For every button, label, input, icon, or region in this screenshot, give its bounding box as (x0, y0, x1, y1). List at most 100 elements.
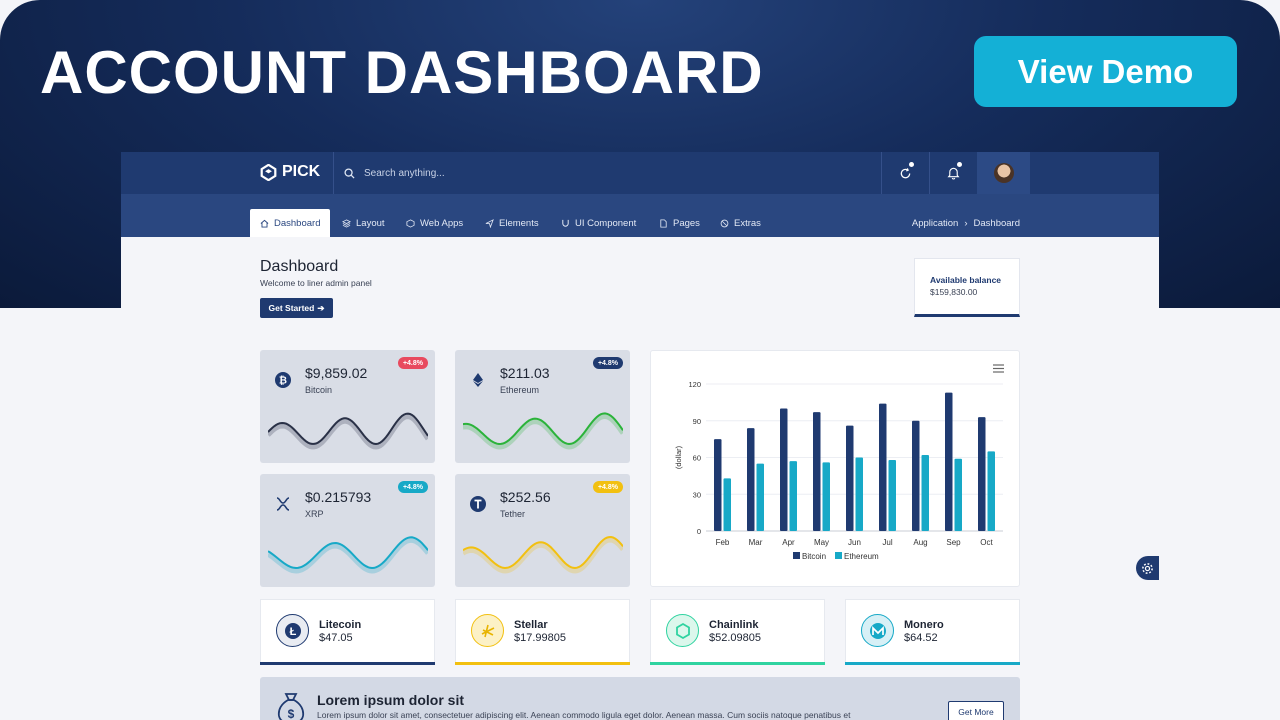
change-badge: +4.8% (592, 481, 623, 493)
breadcrumb-item[interactable]: Application (912, 218, 958, 229)
search-bar[interactable]: Search anything... (333, 152, 881, 194)
coin-card-bitcoin[interactable]: ₿ $9,859.02 Bitcoin +4.8% (260, 350, 435, 463)
bar-ethereum (855, 457, 863, 531)
x-tick-label: Oct (980, 538, 993, 547)
nav-pages[interactable]: Pages (649, 209, 710, 237)
promo-text: Lorem ipsum dolor sit amet, consectetuer… (317, 710, 851, 720)
nav-dashboard[interactable]: Dashboard (250, 209, 331, 237)
brand-name: PICK (282, 163, 321, 180)
bar-ethereum (921, 455, 929, 531)
x-tick-label: Apr (782, 538, 795, 547)
legend-swatch (835, 552, 842, 559)
asset-value: $64.52 (904, 632, 938, 644)
activity-button[interactable] (881, 152, 929, 194)
asset-name: Monero (904, 619, 944, 631)
asset-card-stellar[interactable]: Stellar $17.99805 (455, 599, 630, 665)
search-icon (344, 167, 355, 179)
coin-price: $0.215793 (305, 489, 372, 505)
change-badge: +4.8% (592, 357, 623, 369)
bar-bitcoin (978, 417, 986, 531)
coin-card-tether[interactable]: $252.56 Tether +4.8% (455, 474, 630, 587)
xrp-icon (276, 497, 290, 511)
monero-icon (861, 614, 894, 647)
chainlink-icon (666, 614, 699, 647)
sparkline (268, 412, 428, 450)
stellar-icon (471, 614, 504, 647)
asset-accent-bar (260, 662, 435, 665)
x-tick-label: Sep (946, 538, 961, 547)
nav-pages-label: Pages (673, 217, 700, 229)
brand-logo[interactable]: PICK (260, 163, 320, 181)
get-started-label: Get Started (268, 303, 315, 313)
change-badge-text: +4.8% (402, 483, 423, 491)
legend-swatch (793, 552, 800, 559)
gear-icon (1142, 562, 1153, 574)
chevron-right-icon: › (964, 217, 968, 229)
asset-card-litecoin[interactable]: Ł Litecoin $47.05 (260, 599, 435, 665)
legend-label: Ethereum (844, 552, 879, 561)
asset-accent-bar (845, 662, 1020, 665)
nav-extras-label: Extras (734, 217, 761, 229)
y-tick-label: 30 (693, 490, 701, 499)
y-tick-label: 0 (697, 527, 701, 536)
ethereum-icon (473, 373, 483, 387)
litecoin-icon: Ł (276, 614, 309, 647)
balance-card: Available balance $159,830.00 (914, 258, 1020, 317)
sparkline (463, 412, 623, 450)
asset-accent-bar (455, 662, 630, 665)
asset-accent-bar (650, 662, 825, 665)
extras-icon (720, 219, 729, 227)
change-badge: +4.8% (397, 357, 428, 369)
nav-elements[interactable]: Elements (475, 209, 549, 237)
asset-name: Stellar (514, 619, 548, 631)
bar-bitcoin (846, 425, 854, 531)
bar-ethereum (789, 461, 797, 531)
view-demo-button[interactable]: View Demo (974, 36, 1237, 107)
coin-card-xrp[interactable]: $0.215793 XRP +4.8% (260, 474, 435, 587)
x-tick-label: Jul (882, 538, 892, 547)
hamburger-menu-icon[interactable] (993, 364, 1004, 373)
coin-price: $211.03 (500, 365, 550, 381)
x-tick-label: Mar (749, 538, 763, 547)
bar-ethereum (723, 478, 731, 531)
coin-name: Ethereum (500, 385, 540, 395)
settings-button[interactable] (1136, 556, 1159, 580)
change-badge: +4.8% (397, 481, 428, 493)
nav-web-apps[interactable]: Web Apps (396, 209, 473, 237)
balance-value: $159,830.00 (930, 287, 978, 297)
asset-value: $47.05 (319, 632, 353, 644)
asset-value: $52.09805 (709, 632, 761, 644)
asset-card-chainlink[interactable]: Chainlink $52.09805 (650, 599, 825, 665)
nav-extras[interactable]: Extras (710, 209, 771, 237)
get-more-button[interactable]: Get More (948, 701, 1004, 720)
send-icon (485, 218, 494, 228)
asset-name: Litecoin (319, 619, 362, 631)
bar-bitcoin (879, 403, 887, 531)
nav-ui-component[interactable]: UI Component (551, 209, 646, 237)
coin-name: XRP (305, 509, 324, 519)
user-menu[interactable] (977, 152, 1030, 194)
svg-text:Ł: Ł (289, 626, 296, 638)
coin-card-ethereum[interactable]: $211.03 Ethereum +4.8% (455, 350, 630, 463)
sparkline-shadow (268, 414, 428, 450)
sparkline (268, 536, 428, 574)
get-started-button[interactable]: Get Started ➔ (260, 298, 333, 318)
asset-card-monero[interactable]: Monero $64.52 (845, 599, 1020, 665)
change-badge-text: +4.8% (597, 483, 618, 491)
search-input[interactable]: Search anything... (364, 168, 445, 179)
y-tick-label: 120 (688, 380, 701, 389)
bar-bitcoin (945, 392, 953, 531)
x-tick-label: May (814, 538, 829, 547)
bitcoin-icon: ₿ (275, 372, 291, 388)
home-icon (260, 219, 269, 228)
asset-name: Chainlink (709, 619, 759, 631)
notifications-button[interactable] (929, 152, 977, 194)
y-tick-label: 90 (693, 417, 701, 426)
sparkline (463, 535, 623, 574)
bar-ethereum (888, 459, 896, 531)
bar-bitcoin (780, 408, 788, 531)
topbar: PICK Search anything... (121, 152, 1159, 194)
banner-title: ACCOUNT DASHBOARD (40, 39, 764, 106)
avatar[interactable] (993, 163, 1014, 183)
nav-layout[interactable]: Layout (332, 209, 395, 237)
